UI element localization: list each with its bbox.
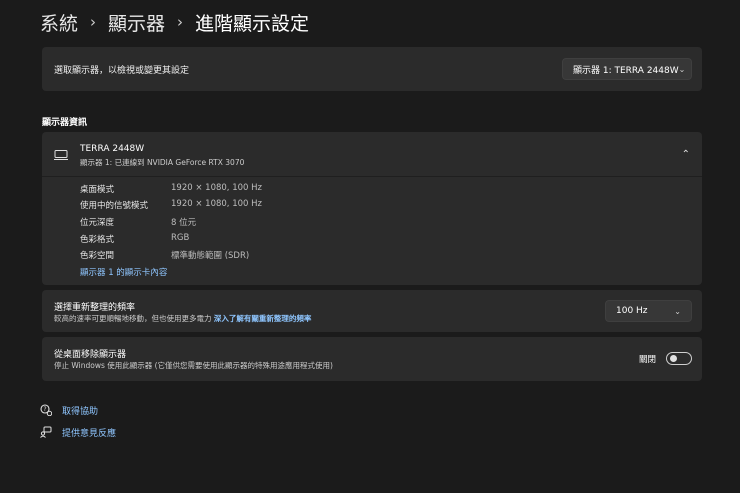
display-connection: 顯示器 1: 已連線到 NVIDIA GeForce RTX 3070	[80, 158, 245, 167]
refresh-rate-desc-text: 較高的速率可更順暢地移動，但也使用更多電力	[54, 314, 212, 323]
feedback-icon	[40, 426, 52, 438]
select-display-label: 選取顯示器，以檢視或變更其設定	[54, 66, 190, 76]
display-dropdown[interactable]: 顯示器 1: TERRA 2448W ⌄	[562, 58, 692, 80]
chevron-right-icon: ›	[177, 13, 184, 31]
toggle-state-label: 關閉	[639, 355, 657, 365]
adapter-properties-link[interactable]: 顯示器 1 的顯示卡內容	[80, 266, 167, 278]
refresh-rate-dropdown[interactable]: 100 Hz ⌄	[605, 300, 692, 322]
remove-display-toggle[interactable]	[666, 352, 692, 365]
info-value: 1920 × 1080, 100 Hz	[171, 183, 262, 193]
info-key: 位元深度	[80, 218, 115, 228]
monitor-icon	[54, 150, 68, 160]
info-key: 色彩格式	[80, 235, 115, 245]
help-chat-icon: ?	[40, 404, 52, 416]
display-name: TERRA 2448W	[80, 144, 145, 154]
toggle-knob	[670, 355, 677, 362]
remove-display-description: 停止 Windows 使用此顯示器 (它僅供您需要使用此顯示器的特殊用途應用程式…	[54, 361, 333, 370]
info-key: 使用中的信號模式	[80, 201, 149, 211]
display-dropdown-value: 顯示器 1: TERRA 2448W	[573, 65, 679, 76]
section-title-display-info: 顯示器資訊	[42, 118, 88, 128]
info-key: 色彩空間	[80, 251, 115, 261]
chevron-down-icon: ⌄	[674, 306, 681, 316]
get-help-label: 取得協助	[62, 406, 99, 417]
display-info-header[interactable]: TERRA 2448W 顯示器 1: 已連線到 NVIDIA GeForce R…	[42, 132, 702, 177]
refresh-rate-description: 較高的速率可更順暢地移動，但也使用更多電力 深入了解有關重新整理的頻率	[54, 313, 311, 324]
breadcrumb: 系統 › 顯示器 › 進階顯示設定	[40, 8, 309, 36]
chevron-right-icon: ›	[90, 13, 97, 31]
display-info-card: TERRA 2448W 顯示器 1: 已連線到 NVIDIA GeForce R…	[42, 132, 702, 285]
get-help-link[interactable]: ? 取得協助	[40, 403, 98, 417]
select-display-card: 選取顯示器，以檢視或變更其設定 顯示器 1: TERRA 2448W ⌄	[42, 47, 702, 91]
breadcrumb-display[interactable]: 顯示器	[108, 9, 165, 36]
info-value: 1920 × 1080, 100 Hz	[171, 199, 262, 209]
refresh-rate-card: 選擇重新整理的頻率 較高的速率可更順暢地移動，但也使用更多電力 深入了解有關重新…	[42, 290, 702, 332]
refresh-rate-value: 100 Hz	[616, 306, 648, 316]
svg-text:?: ?	[43, 406, 46, 413]
remove-display-title: 從桌面移除顯示器	[54, 350, 127, 360]
chevron-down-icon: ⌄	[678, 64, 686, 74]
page-title: 進階顯示設定	[195, 12, 310, 35]
info-key: 桌面模式	[80, 185, 115, 195]
info-value: 8 位元	[171, 218, 197, 228]
give-feedback-link[interactable]: 提供意見反應	[40, 425, 116, 439]
give-feedback-label: 提供意見反應	[62, 428, 117, 439]
remove-display-card: 從桌面移除顯示器 停止 Windows 使用此顯示器 (它僅供您需要使用此顯示器…	[42, 337, 702, 381]
info-value: RGB	[171, 233, 190, 243]
refresh-rate-title: 選擇重新整理的頻率	[54, 303, 136, 313]
info-value: 標準動態範圍 (SDR)	[171, 251, 250, 261]
breadcrumb-system[interactable]: 系統	[40, 9, 78, 36]
refresh-rate-learn-more-link[interactable]: 深入了解有關重新整理的頻率	[214, 314, 312, 323]
chevron-up-icon[interactable]: ⌃	[682, 149, 690, 160]
